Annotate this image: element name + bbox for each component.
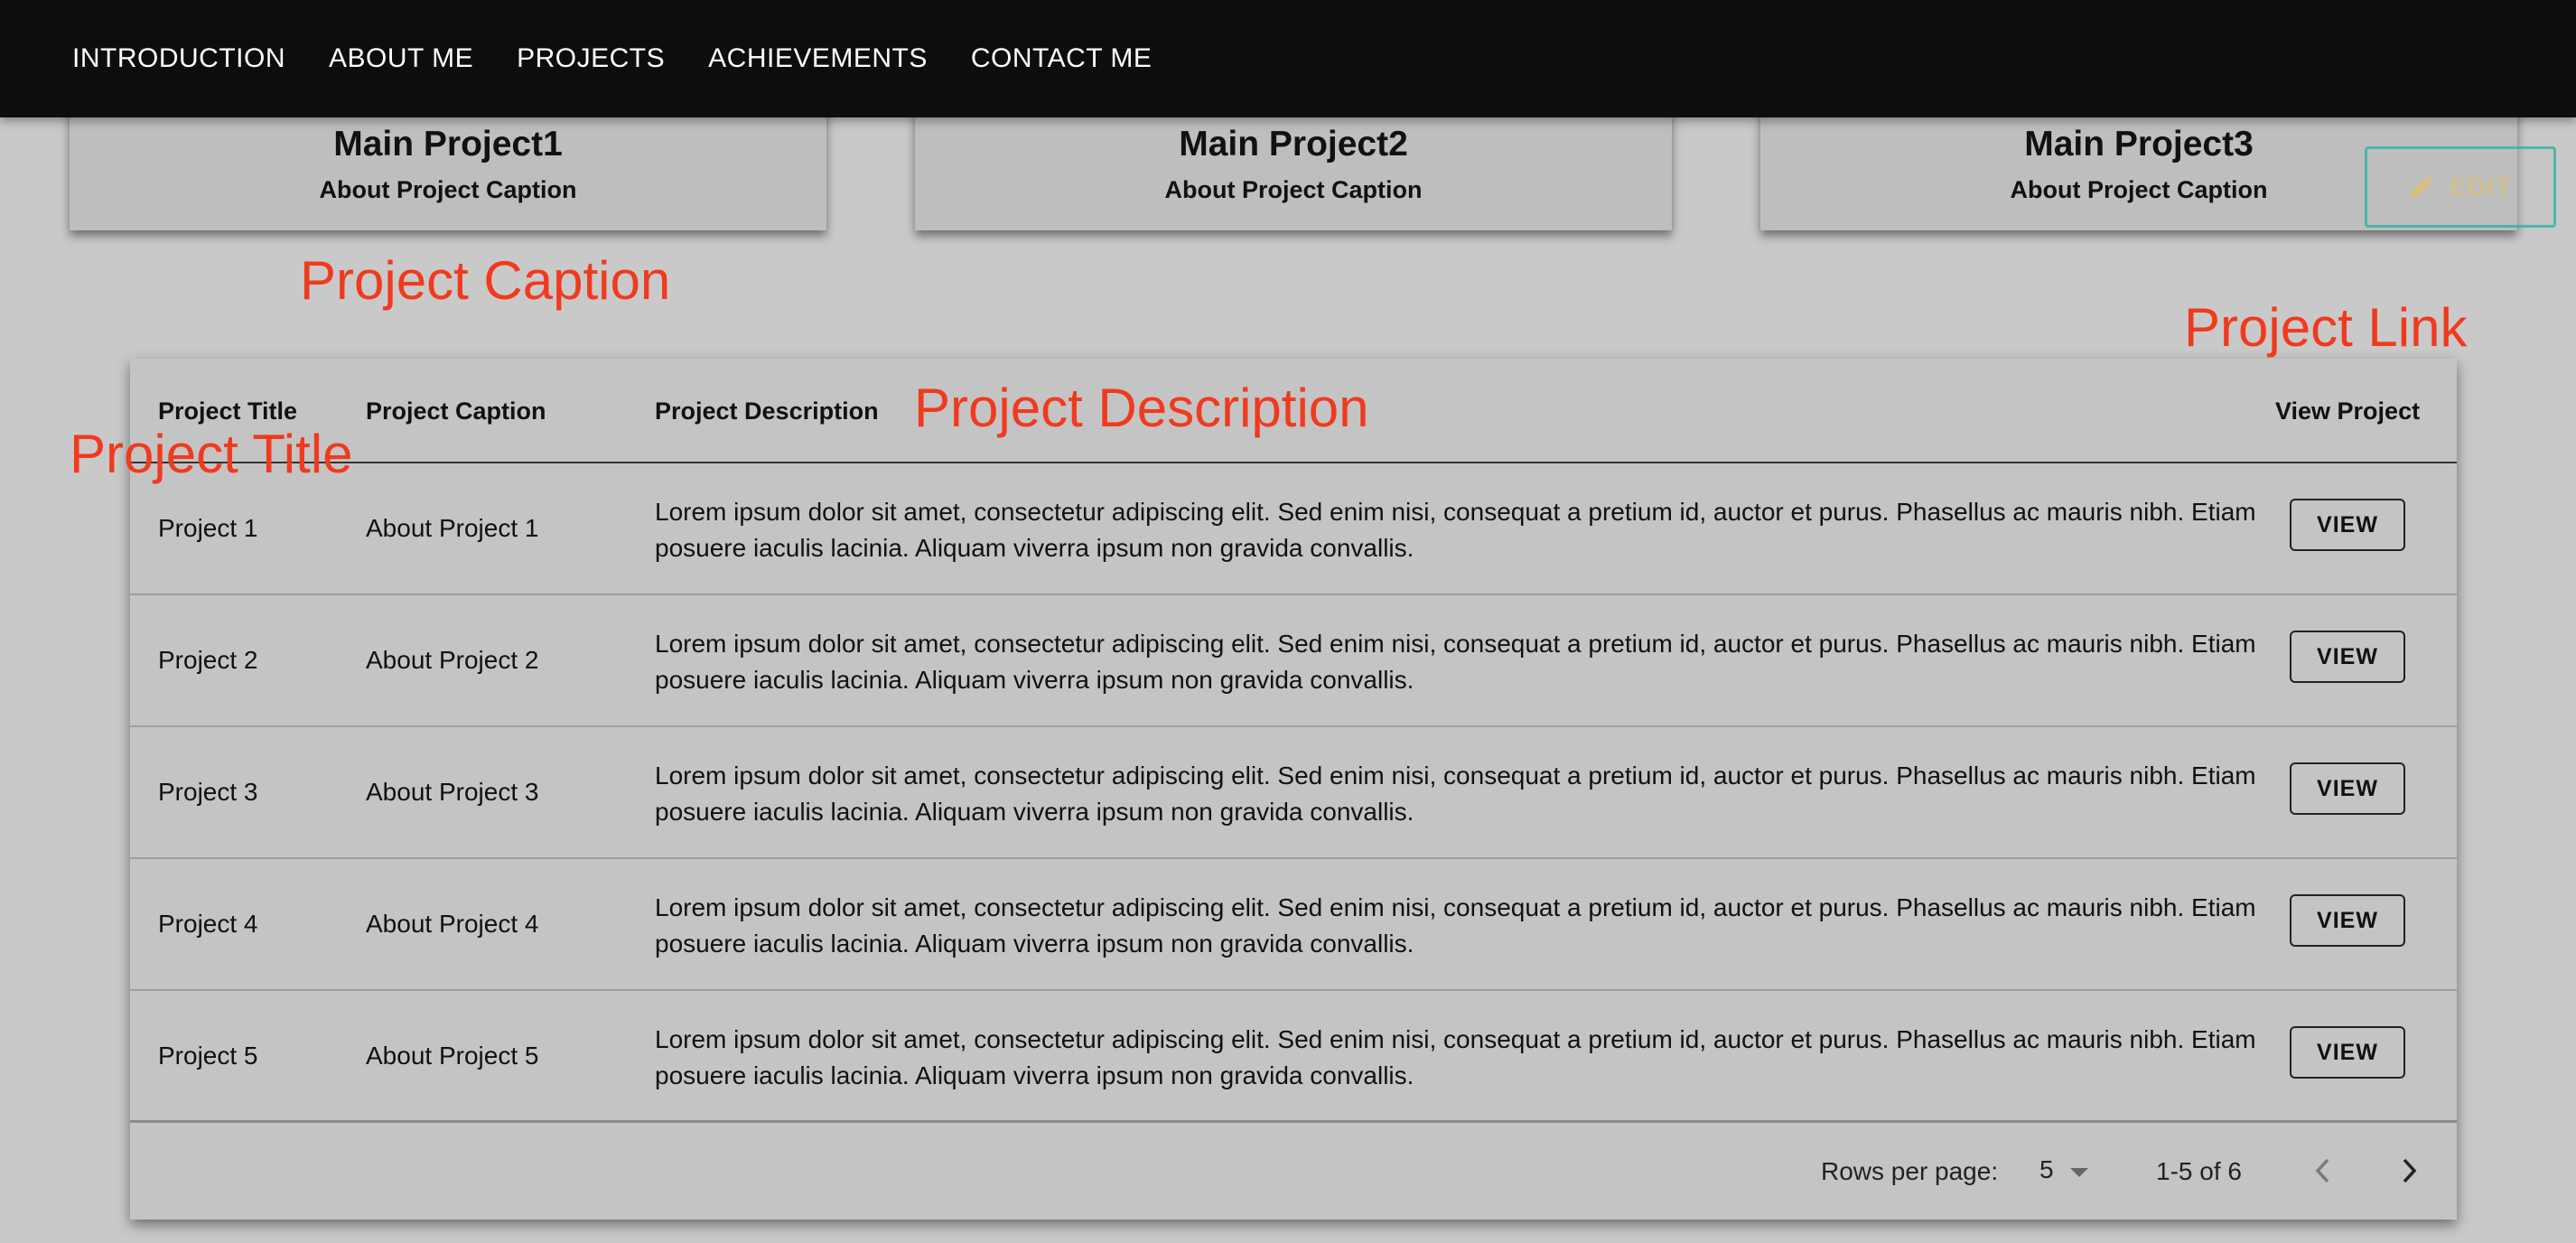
main-project-caption: About Project Caption — [319, 176, 577, 203]
cell-project-title: Project 5 — [158, 1042, 258, 1070]
annotation-project-link: Project Link — [2184, 297, 2468, 358]
view-project-button[interactable]: VIEW — [2290, 762, 2405, 815]
annotation-project-description: Project Description — [914, 378, 1369, 438]
cell-project-caption: About Project 1 — [366, 514, 539, 542]
edit-button[interactable]: EDIT — [2365, 146, 2556, 228]
view-project-button[interactable]: VIEW — [2290, 631, 2405, 683]
cell-project-description: Lorem ipsum dolor sit amet, consectetur … — [655, 630, 2256, 694]
rows-per-page-value: 5 — [2039, 1155, 2054, 1183]
nav-item-projects[interactable]: PROJECTS — [517, 43, 665, 74]
cell-project-description: Lorem ipsum dolor sit amet, consectetur … — [655, 1025, 2256, 1089]
cell-project-caption: About Project 3 — [366, 778, 539, 806]
column-header-view-project[interactable]: View Project — [2275, 397, 2420, 425]
view-project-button[interactable]: VIEW — [2290, 1026, 2405, 1079]
top-navbar: INTRODUCTION ABOUT ME PROJECTS ACHIEVEME… — [0, 0, 2576, 117]
cell-project-title: Project 3 — [158, 778, 258, 806]
nav-item-contact-me[interactable]: CONTACT ME — [971, 43, 1153, 74]
chevron-right-icon — [2403, 1158, 2417, 1183]
main-project-title: Main Project2 — [1179, 125, 1408, 164]
next-page-button[interactable] — [2386, 1148, 2431, 1193]
edit-button-label: EDIT — [2450, 173, 2513, 201]
table-row: Project 3 About Project 3 Lorem ipsum do… — [130, 727, 2457, 859]
cell-project-caption: About Project 4 — [366, 910, 539, 938]
view-project-button[interactable]: VIEW — [2290, 499, 2405, 551]
pencil-icon — [2411, 176, 2432, 198]
projects-table: Project Title Project Caption Project De… — [130, 359, 2457, 1220]
cell-project-title: Project 1 — [158, 514, 258, 542]
cell-project-description: Lorem ipsum dolor sit amet, consectetur … — [655, 498, 2256, 562]
cell-project-caption: About Project 5 — [366, 1042, 539, 1070]
pagination-range: 1-5 of 6 — [2156, 1157, 2242, 1185]
cell-project-description: Lorem ipsum dolor sit amet, consectetur … — [655, 893, 2256, 958]
cell-project-caption: About Project 2 — [366, 646, 539, 674]
caret-down-icon — [2070, 1168, 2088, 1177]
cell-project-title: Project 4 — [158, 910, 258, 938]
column-header-project-description[interactable]: Project Description — [655, 397, 879, 425]
table-row: Project 1 About Project 1 Lorem ipsum do… — [130, 463, 2457, 595]
main-project-title: Main Project1 — [333, 125, 563, 164]
cell-project-description: Lorem ipsum dolor sit amet, consectetur … — [655, 762, 2256, 826]
nav-item-about-me[interactable]: ABOUT ME — [329, 43, 473, 74]
rows-per-page-label: Rows per page: — [1821, 1157, 1999, 1185]
cell-project-title: Project 2 — [158, 646, 258, 674]
column-header-project-caption[interactable]: Project Caption — [366, 397, 546, 425]
table-row: Project 4 About Project 4 Lorem ipsum do… — [130, 859, 2457, 991]
view-project-button[interactable]: VIEW — [2290, 894, 2405, 947]
rows-per-page-select[interactable]: 5 — [2039, 1152, 2103, 1192]
annotation-project-caption: Project Caption — [300, 250, 671, 311]
chevron-left-icon — [2315, 1158, 2329, 1183]
column-header-project-title[interactable]: Project Title — [158, 397, 297, 425]
table-row: Project 2 About Project 2 Lorem ipsum do… — [130, 595, 2457, 727]
nav-item-achievements[interactable]: ACHIEVEMENTS — [708, 43, 928, 74]
previous-page-button[interactable] — [2301, 1148, 2346, 1193]
table-row: Project 5 About Project 5 Lorem ipsum do… — [130, 991, 2457, 1123]
nav-item-introduction[interactable]: INTRODUCTION — [72, 43, 285, 74]
main-project-caption: About Project Caption — [1164, 176, 1423, 203]
annotation-project-title: Project Title — [70, 424, 353, 484]
